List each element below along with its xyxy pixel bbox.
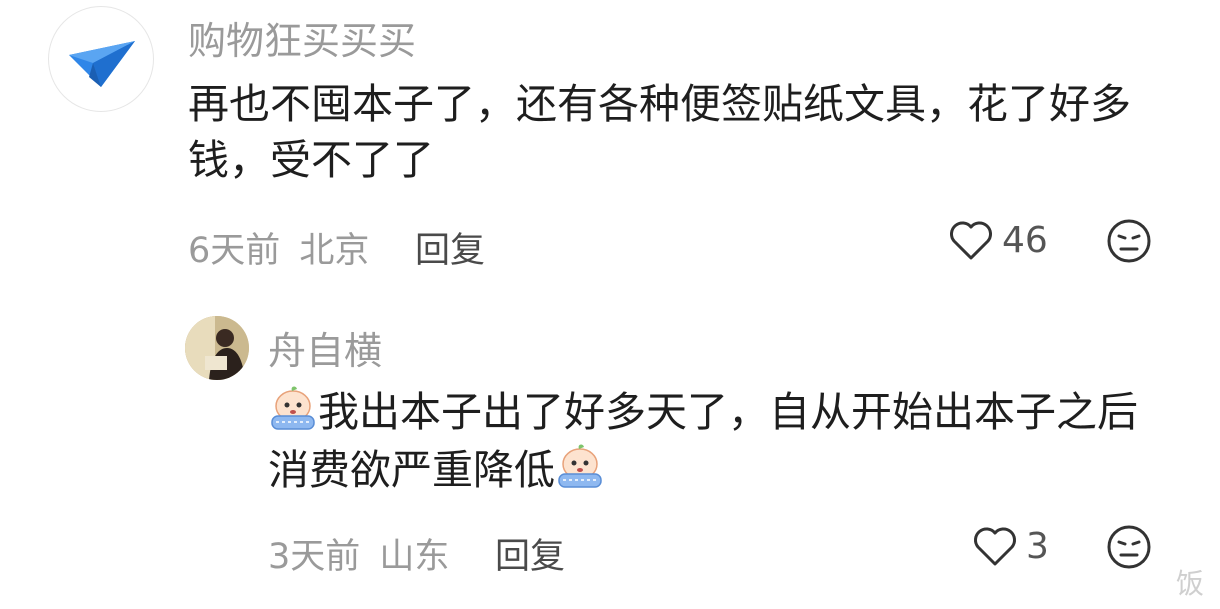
- comment-meta: 6天前 北京: [188, 222, 369, 273]
- watermark: 饭: [1176, 567, 1205, 600]
- comment-text: 我出本子出了好多天了，自从开始出本子之后消费欲严重降低: [268, 382, 1168, 498]
- heart-icon: [950, 221, 992, 260]
- comment-location: 山东: [379, 537, 450, 577]
- emoji-reaction-button[interactable]: [1106, 218, 1152, 268]
- like-count: 3: [1026, 525, 1049, 567]
- comment-time: 3天前: [268, 537, 361, 577]
- comment-time: 6天前: [188, 231, 281, 271]
- like-button[interactable]: 46: [948, 218, 1048, 262]
- heart-icon: [974, 527, 1016, 566]
- comment-meta: 3天前 山东: [268, 528, 449, 579]
- comment-username[interactable]: 购物狂买买买: [188, 10, 416, 65]
- comment-text-body: 我出本子出了好多天了，自从开始出本子之后消费欲严重降低: [268, 388, 1138, 494]
- crying-bun-sticker-icon: [271, 386, 315, 430]
- paper-plane-icon: [69, 41, 135, 87]
- reply-button[interactable]: 回复: [495, 528, 565, 579]
- user-photo-icon: [185, 316, 249, 380]
- like-count: 46: [1002, 219, 1048, 261]
- comment-username[interactable]: 舟自横: [268, 320, 382, 375]
- comment-location: 北京: [299, 231, 370, 271]
- avatar[interactable]: [185, 316, 249, 380]
- neutral-face-icon: [1107, 525, 1151, 569]
- emoji-reaction-button[interactable]: [1106, 524, 1152, 574]
- reply-button[interactable]: 回复: [415, 222, 485, 273]
- crying-bun-sticker-icon: [558, 444, 602, 488]
- neutral-face-icon: [1107, 219, 1151, 263]
- like-button[interactable]: 3: [972, 524, 1049, 568]
- avatar[interactable]: [48, 6, 154, 112]
- comment-text: 再也不囤本子了，还有各种便签贴纸文具，花了好多钱，受不了了: [188, 80, 1131, 184]
